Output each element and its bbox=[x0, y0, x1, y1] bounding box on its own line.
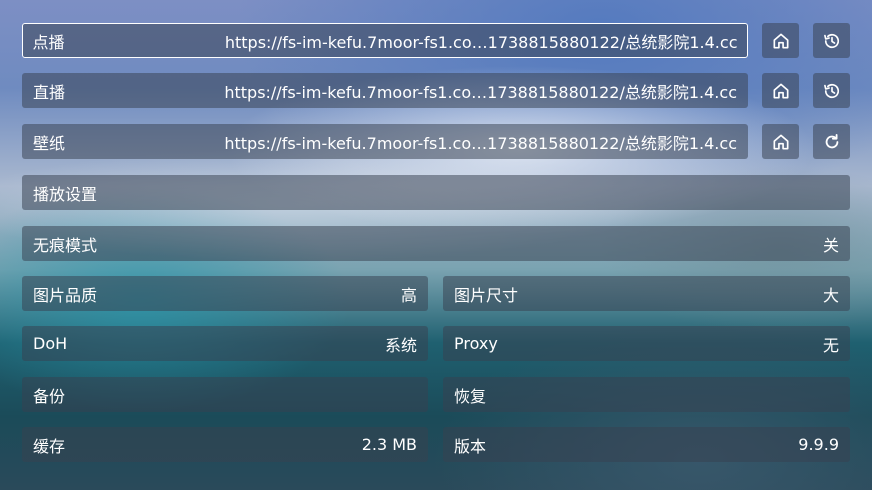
vod-source-url: https://fs-im-kefu.7moor-fs1.co…17388158… bbox=[224, 32, 738, 52]
wallpaper-home-button[interactable] bbox=[762, 124, 799, 159]
version-value: 9.9.9 bbox=[798, 435, 839, 454]
image-size-value: 大 bbox=[822, 285, 839, 305]
image-quality-label: 图片品质 bbox=[33, 285, 98, 305]
vod-home-button[interactable] bbox=[762, 23, 799, 58]
restore-button[interactable]: 恢复 bbox=[443, 377, 850, 412]
incognito-mode-value: 关 bbox=[822, 235, 839, 255]
playback-settings-label: 播放设置 bbox=[33, 184, 98, 204]
proxy-row[interactable]: Proxy 无 bbox=[443, 326, 850, 361]
restore-label: 恢复 bbox=[454, 386, 487, 406]
history-icon bbox=[823, 83, 839, 98]
home-icon bbox=[773, 134, 788, 149]
image-size-row[interactable]: 图片尺寸 大 bbox=[443, 276, 850, 311]
refresh-icon bbox=[825, 133, 838, 148]
live-home-button[interactable] bbox=[762, 73, 799, 108]
live-source-label: 直播 bbox=[33, 82, 66, 102]
version-label: 版本 bbox=[454, 436, 487, 456]
image-quality-value: 高 bbox=[400, 285, 417, 305]
playback-settings-row[interactable]: 播放设置 bbox=[22, 175, 850, 210]
image-quality-row[interactable]: 图片品质 高 bbox=[22, 276, 428, 311]
version-row[interactable]: 版本 9.9.9 bbox=[443, 427, 850, 462]
vod-source-field[interactable]: 点播 https://fs-im-kefu.7moor-fs1.co…17388… bbox=[22, 23, 748, 58]
live-history-button[interactable] bbox=[813, 73, 850, 108]
backup-button[interactable]: 备份 bbox=[22, 377, 428, 412]
cache-row[interactable]: 缓存 2.3 MB bbox=[22, 427, 428, 462]
backup-label: 备份 bbox=[33, 386, 66, 406]
doh-row[interactable]: DoH 系统 bbox=[22, 326, 428, 361]
doh-label: DoH bbox=[33, 334, 68, 353]
home-icon bbox=[773, 83, 788, 98]
cache-label: 缓存 bbox=[33, 436, 66, 456]
proxy-label: Proxy bbox=[454, 334, 498, 353]
incognito-mode-label: 无痕模式 bbox=[33, 235, 98, 255]
history-icon bbox=[823, 33, 839, 48]
image-size-label: 图片尺寸 bbox=[454, 285, 519, 305]
proxy-value: 无 bbox=[822, 335, 839, 355]
live-source-field[interactable]: 直播 https://fs-im-kefu.7moor-fs1.co…17388… bbox=[22, 73, 748, 108]
wallpaper-refresh-button[interactable] bbox=[813, 124, 850, 159]
vod-source-label: 点播 bbox=[32, 32, 65, 52]
wallpaper-source-url: https://fs-im-kefu.7moor-fs1.co…17388158… bbox=[224, 133, 737, 153]
doh-value: 系统 bbox=[384, 335, 417, 355]
cache-value: 2.3 MB bbox=[361, 435, 417, 454]
vod-history-button[interactable] bbox=[813, 23, 850, 58]
live-source-url: https://fs-im-kefu.7moor-fs1.co…17388158… bbox=[224, 82, 737, 102]
home-icon bbox=[773, 33, 788, 49]
incognito-mode-row[interactable]: 无痕模式 关 bbox=[22, 226, 850, 261]
wallpaper-source-label: 壁纸 bbox=[33, 133, 66, 153]
wallpaper-source-field[interactable]: 壁纸 https://fs-im-kefu.7moor-fs1.co…17388… bbox=[22, 124, 748, 159]
